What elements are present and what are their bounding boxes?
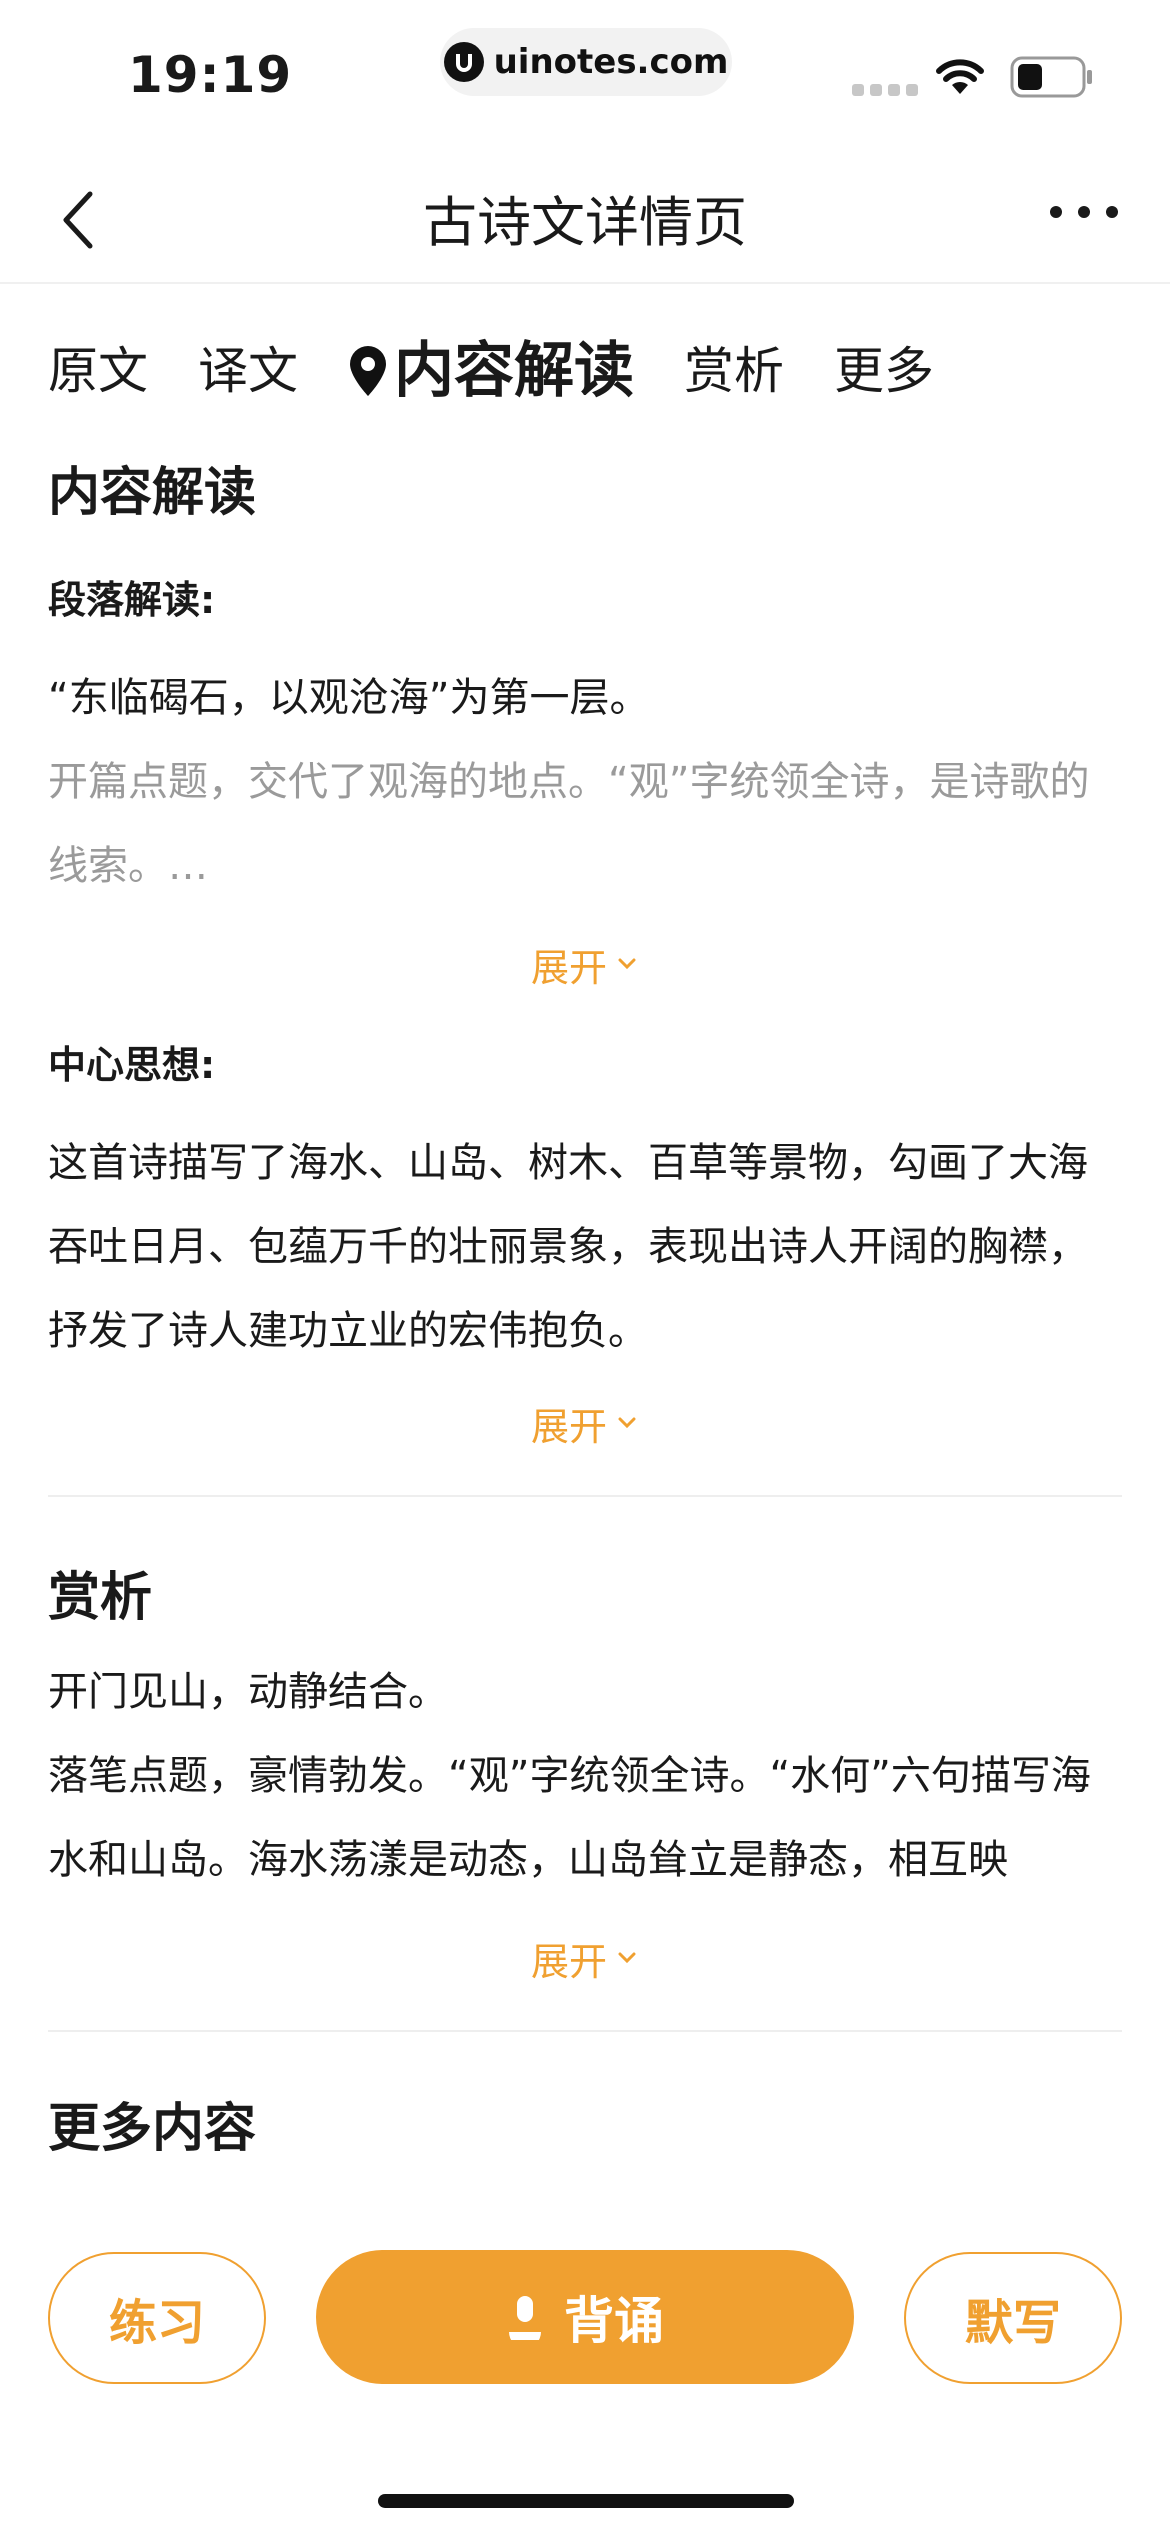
url-text: uinotes.com bbox=[493, 42, 729, 82]
paragraph-heading: 段落解读: bbox=[48, 578, 216, 622]
battery-icon bbox=[1010, 56, 1092, 98]
bottom-action-bar: 练习 背诵 默写 bbox=[0, 2196, 1170, 2396]
microphone-icon bbox=[509, 2296, 541, 2340]
expand-label: 展开 bbox=[530, 1404, 607, 1449]
home-indicator bbox=[378, 2494, 794, 2508]
practice-button[interactable]: 练习 bbox=[48, 2252, 266, 2384]
tab-more[interactable]: 更多 bbox=[834, 326, 934, 416]
expand-label: 展开 bbox=[530, 945, 607, 990]
page-title: 古诗文详情页 bbox=[423, 191, 747, 254]
tab-content-reading-label: 内容解读 bbox=[394, 336, 634, 406]
content: 内容解读 段落解读: “东临碣石，以观沧海”为第一层。 开篇点题，交代了观海的地… bbox=[48, 450, 1122, 2205]
site-logo-icon bbox=[443, 42, 484, 82]
cellular-signal-icon bbox=[852, 84, 918, 96]
paragraph-line: “东临碣石，以观沧海”为第一层。 bbox=[48, 675, 650, 721]
recite-label: 背诵 bbox=[564, 2292, 664, 2350]
expand-button[interactable]: 展开 bbox=[48, 914, 1122, 1014]
paragraph-excerpt: 开篇点题，交代了观海的地点。“观”字统领全诗，是诗歌的线索。… bbox=[48, 759, 1090, 889]
theme-heading: 中心思想: bbox=[48, 1043, 216, 1087]
tab-content-reading[interactable]: 内容解读 bbox=[348, 326, 634, 416]
nav-bar: 古诗文详情页 bbox=[0, 140, 1170, 284]
more-options-icon[interactable] bbox=[1050, 206, 1118, 218]
divider bbox=[48, 2030, 1122, 2032]
divider bbox=[48, 1495, 1122, 1497]
tab-translation[interactable]: 译文 bbox=[198, 326, 298, 416]
status-time: 19:19 bbox=[128, 46, 293, 104]
wifi-icon bbox=[936, 59, 984, 94]
appreciation-excerpt: 落笔点题，豪情勃发。“观”字统领全诗。“水何”六句描写海水和山岛。海水荡漾是动态… bbox=[48, 1753, 1091, 1883]
tab-original[interactable]: 原文 bbox=[48, 326, 148, 416]
scroll-fade bbox=[0, 2150, 1170, 2196]
page: 19:19 uinotes.com 古诗文详情页 原文 译文 内容解读 赏析 更… bbox=[0, 0, 1170, 2532]
section-tabs: 原文 译文 内容解读 赏析 更多 bbox=[48, 326, 984, 416]
theme-text: 这首诗描写了海水、山岛、树木、百草等景物，勾画了大海吞吐日月、包蕴万千的壮丽景象… bbox=[48, 1140, 1088, 1354]
chevron-down-icon bbox=[618, 1952, 636, 1964]
recite-button[interactable]: 背诵 bbox=[316, 2250, 854, 2384]
url-pill[interactable]: uinotes.com bbox=[440, 28, 732, 96]
appreciation-line: 开门见山，动静结合。 bbox=[48, 1669, 448, 1715]
chevron-down-icon bbox=[618, 958, 636, 970]
location-pin-icon bbox=[350, 346, 386, 396]
expand-button[interactable]: 展开 bbox=[48, 1908, 1122, 2008]
expand-label: 展开 bbox=[530, 1939, 607, 1984]
reading-section-title: 内容解读 bbox=[48, 463, 257, 523]
chevron-down-icon bbox=[618, 1417, 636, 1429]
status-bar: 19:19 uinotes.com bbox=[0, 0, 1170, 140]
tab-appreciation[interactable]: 赏析 bbox=[684, 326, 784, 416]
appreciation-title: 赏析 bbox=[48, 1568, 153, 1628]
dictate-button[interactable]: 默写 bbox=[904, 2252, 1122, 2384]
expand-button[interactable]: 展开 bbox=[48, 1373, 1122, 1473]
